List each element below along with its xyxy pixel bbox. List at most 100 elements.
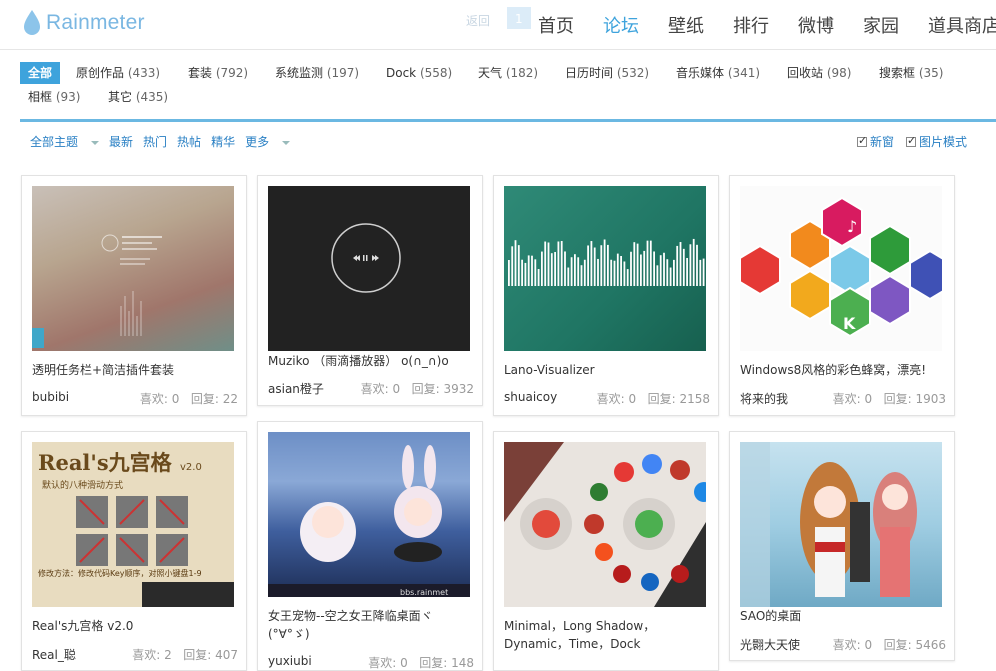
card-sao-desktop[interactable]: SAO的桌面 光翾大天使 喜欢: 0 回复: 5466 (729, 431, 955, 661)
card-title[interactable]: Real's九宫格 v2.0 (32, 617, 238, 635)
nav-home[interactable]: 首页 (538, 12, 574, 38)
card-title[interactable]: 女王宠物--空之女王降临桌面ヾ(°∀°ゞ) (268, 607, 474, 643)
visualizer-bar (633, 242, 636, 286)
card-thumbnail[interactable] (32, 186, 234, 351)
card-title[interactable]: Minimal，Long Shadow，Dynamic，Time，Dock (504, 617, 710, 653)
ghost-page-num: 1 (515, 12, 523, 26)
rainmeter-logo[interactable]: Rainmeter (22, 6, 145, 40)
visualizer-bar (653, 251, 655, 286)
visualizer-bar (682, 248, 685, 286)
card-author[interactable]: Real_聪 (32, 646, 76, 663)
visualizer-bar (574, 254, 576, 286)
visualizer-bar (541, 251, 543, 286)
card-title[interactable]: Muziko （雨滴播放器） o(∩_∩)o (268, 352, 474, 370)
category-music[interactable]: 音乐媒体 (341) (676, 62, 760, 84)
sort-hot[interactable]: 热门 (143, 133, 167, 150)
nav-ranking[interactable]: 排行 (733, 12, 769, 38)
visualizer-bar (666, 259, 669, 286)
card-minimal-dock[interactable]: Minimal，Long Shadow，Dynamic，Time，Dock (493, 431, 719, 671)
nav-shop[interactable]: 道具商店 (928, 12, 996, 38)
more-dropdown[interactable]: 更多 (245, 133, 291, 150)
visualizer-bar (517, 245, 520, 286)
svg-text:默认的八种滑动方式: 默认的八种滑动方式 (42, 479, 123, 491)
card-queen-pet[interactable]: bbs.rainmet 女王宠物--空之女王降临桌面ヾ(°∀°ゞ) yuxiub… (257, 421, 483, 671)
music-icon: ♪ (847, 217, 857, 236)
category-original[interactable]: 原创作品 (433) (76, 62, 160, 84)
card-thumbnail[interactable]: bbs.rainmet (268, 432, 470, 597)
visualizer-bar (679, 242, 682, 286)
nav-wallpaper[interactable]: 壁纸 (668, 12, 704, 38)
card-stats: 喜欢: 0 回复: 22 (139, 392, 238, 406)
card-author[interactable]: 将来的我 (740, 390, 788, 407)
nav-home-space[interactable]: 家园 (863, 12, 899, 38)
image-mode-option[interactable]: 图片模式 (906, 133, 967, 150)
card-lano-visualizer[interactable]: Lano-Visualizer shuaicoy 喜欢: 0 回复: 2158 (493, 175, 719, 416)
new-window-option[interactable]: 新窗 (857, 133, 894, 150)
visualizer-bar (577, 257, 580, 286)
card-thumbnail[interactable] (504, 186, 706, 351)
category-weather[interactable]: 天气 (182) (478, 62, 538, 84)
visualizer-bar (623, 261, 626, 286)
card-author[interactable]: asian橙子 (268, 380, 324, 397)
category-suite[interactable]: 套装 (792) (188, 62, 248, 84)
anime-pet-preview: bbs.rainmet (268, 445, 470, 597)
visualizer-preview (508, 238, 705, 286)
image-mode-checkbox[interactable] (906, 134, 916, 147)
card-author[interactable]: bubibi (32, 390, 69, 404)
card-author[interactable]: yuxiubi (268, 654, 312, 668)
visualizer-bar (659, 255, 662, 286)
logo-text: Rainmeter (46, 11, 145, 34)
nav-weibo[interactable]: 微博 (798, 12, 834, 38)
card-title[interactable]: Lano-Visualizer (504, 361, 710, 379)
card-title[interactable]: 透明任务栏+简洁插件套装 (32, 361, 238, 379)
sort-featured[interactable]: 精华 (211, 133, 235, 150)
sort-toolbar: 全部主题 最新 热门 热帖 精华 更多 (30, 133, 300, 150)
visualizer-bar (514, 240, 517, 286)
card-thumbnail[interactable] (740, 442, 942, 607)
sort-hot-posts[interactable]: 热帖 (177, 133, 201, 150)
card-thumbnail[interactable]: Real's九宫格 v2.0 默认的八种滑动方式 修改方法：修改代码Key顺序，… (32, 442, 234, 607)
visualizer-bar (527, 255, 530, 286)
visualizer-bar (613, 260, 616, 286)
card-author[interactable]: shuaicoy (504, 390, 557, 404)
card-title[interactable]: SAO的桌面 (740, 607, 946, 625)
svg-text:bbs.rainmet: bbs.rainmet (400, 588, 448, 597)
category-all[interactable]: 全部 (20, 62, 61, 84)
site-header: Rainmeter 返回 1 首页 论坛 壁纸 排行 微博 家园 道具商店 (0, 0, 996, 50)
sort-latest[interactable]: 最新 (109, 133, 133, 150)
card-transparent-taskbar[interactable]: 透明任务栏+简洁插件套装 bubibi 喜欢: 0 回复: 22 (21, 175, 247, 416)
grid-preview: Real's九宫格 v2.0 默认的八种滑动方式 修改方法：修改代码Key顺序，… (32, 442, 234, 607)
visualizer-bar (643, 250, 646, 286)
visualizer-bar (508, 260, 510, 286)
card-muziko[interactable]: Muziko （雨滴播放器） o(∩_∩)o asian橙子 喜欢: 0 回复:… (257, 175, 483, 406)
card-title[interactable]: Windows8风格的彩色蜂窝，漂亮! (740, 361, 946, 379)
visualizer-bar (692, 238, 695, 286)
visualizer-bar (593, 247, 596, 286)
card-thumbnail[interactable] (268, 186, 470, 351)
card-real-grid[interactable]: Real's九宫格 v2.0 默认的八种滑动方式 修改方法：修改代码Key顺序，… (21, 431, 247, 671)
visualizer-bar (597, 258, 599, 286)
nav-forum[interactable]: 论坛 (603, 12, 639, 38)
visualizer-bar (537, 269, 540, 286)
category-recycle[interactable]: 回收站 (98) (787, 62, 851, 84)
visualizer-bar (583, 259, 586, 286)
card-win8-honeycomb[interactable]: ♪ K Windows8风格的彩色蜂窝，漂亮! 将来的我 喜欢: 0 回复: 1… (729, 175, 955, 416)
card-author[interactable]: 光翾大天使 (740, 636, 800, 653)
card-thumbnail[interactable]: ♪ K (740, 186, 942, 351)
category-monitor[interactable]: 系统监测 (197) (275, 62, 359, 84)
card-thumbnail[interactable] (504, 442, 706, 607)
visualizer-bar (547, 242, 550, 286)
category-other[interactable]: 其它 (435) (108, 86, 168, 108)
visualizer-bar (610, 259, 613, 286)
category-search[interactable]: 搜索框 (35) (879, 62, 943, 84)
image-mode-label: 图片模式 (919, 135, 968, 149)
sao-preview (740, 442, 917, 607)
new-window-checkbox[interactable] (857, 134, 867, 147)
category-frame[interactable]: 相框 (93) (28, 86, 80, 108)
category-calendar[interactable]: 日历时间 (532) (565, 62, 649, 84)
category-dock[interactable]: Dock (558) (386, 62, 452, 84)
all-topics-dropdown[interactable]: 全部主题 (30, 133, 100, 150)
visualizer-bar (603, 239, 606, 286)
visualizer-bar (663, 252, 665, 286)
visualizer-bar (580, 265, 583, 286)
